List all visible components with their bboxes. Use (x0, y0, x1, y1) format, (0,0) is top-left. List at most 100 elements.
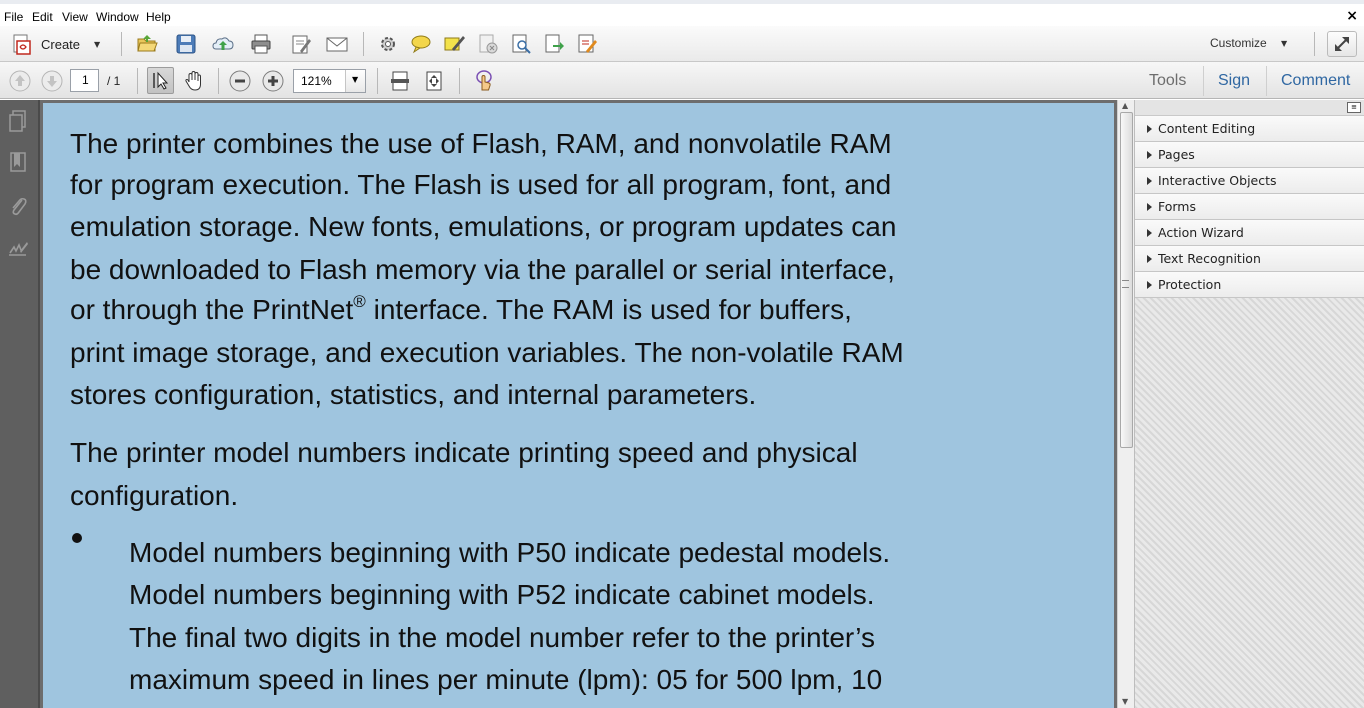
fill-sign-icon[interactable] (576, 33, 598, 55)
tab-divider (1203, 66, 1204, 96)
navigation-pane (0, 100, 40, 708)
menu-edit[interactable]: Edit (32, 10, 53, 24)
zoom-out-icon[interactable] (228, 69, 252, 93)
signatures-icon[interactable] (6, 237, 30, 263)
print-icon[interactable] (250, 33, 272, 55)
menu-window[interactable]: Window (96, 10, 139, 24)
expand-triangle-icon (1147, 281, 1152, 289)
save-icon[interactable] (175, 33, 197, 55)
toolbar-divider (218, 68, 219, 94)
panel-text-recognition[interactable]: Text Recognition (1135, 246, 1364, 272)
panel-options-icon[interactable]: ≡ (1347, 102, 1361, 113)
paragraph-text: or through the PrintNet (70, 294, 354, 325)
toolbar-divider (363, 32, 364, 56)
settings-gear-icon[interactable] (377, 33, 399, 55)
edit-document-icon[interactable] (290, 33, 312, 55)
cursor-select-icon (153, 71, 169, 90)
registered-mark: ® (353, 292, 366, 311)
paragraph-line: emulation storage. New fonts, emulations… (70, 211, 897, 242)
read-mode-button[interactable] (1327, 31, 1357, 57)
menu-file[interactable]: File (4, 10, 23, 24)
page-thumbnails-icon[interactable] (6, 108, 30, 134)
paragraph-line: The printer model numbers indicate print… (70, 437, 858, 468)
expand-arrows-icon (1335, 37, 1349, 51)
next-page-icon[interactable] (40, 69, 64, 93)
panel-interactive-objects[interactable]: Interactive Objects (1135, 168, 1364, 194)
panel-label: Interactive Objects (1158, 173, 1277, 188)
touch-mode-icon[interactable] (472, 69, 496, 93)
close-document-icon[interactable]: × (1346, 8, 1358, 24)
quick-tools-toolbar: Create ▼ Customize ▼ (0, 26, 1364, 62)
fit-width-icon[interactable] (422, 69, 446, 93)
panel-protection[interactable]: Protection (1135, 272, 1364, 298)
bullet-line: The final two digits in the model number… (129, 622, 876, 653)
panel-forms[interactable]: Forms (1135, 194, 1364, 220)
acrobat-window: File Edit View Window Help × Create ▼ Cu… (0, 0, 1364, 708)
email-icon[interactable] (326, 33, 348, 55)
expand-triangle-icon (1147, 125, 1152, 133)
panel-label: Content Editing (1158, 121, 1256, 136)
menu-view[interactable]: View (62, 10, 88, 24)
panel-label: Action Wizard (1158, 225, 1244, 240)
select-tool-button[interactable] (147, 67, 174, 94)
scroll-down-icon[interactable]: ▼ (1122, 697, 1128, 706)
scrollbar-grip-icon (1122, 280, 1129, 288)
tab-divider (1266, 66, 1267, 96)
panel-action-wizard[interactable]: Action Wizard (1135, 220, 1364, 246)
create-label: Create (41, 37, 81, 52)
expand-triangle-icon (1147, 203, 1152, 211)
paragraph-line: print image storage, and execution varia… (70, 337, 904, 368)
tab-comment[interactable]: Comment (1281, 72, 1350, 90)
paragraph-line: The printer combines the use of Flash, R… (70, 128, 892, 159)
comment-bubble-icon[interactable] (410, 33, 432, 55)
bullet-line: Model numbers beginning with P50 indicat… (129, 537, 891, 568)
vertical-scrollbar[interactable]: ▲ ▼ (1117, 100, 1134, 708)
chevron-down-icon: ▼ (352, 75, 359, 84)
bookmarks-icon[interactable] (6, 150, 30, 176)
export-page-icon[interactable] (543, 33, 565, 55)
panel-content-editing[interactable]: Content Editing (1135, 116, 1364, 142)
previous-page-icon[interactable] (8, 69, 32, 93)
zoom-level-select[interactable]: 121% ▼ (293, 69, 366, 93)
panel-label: Protection (1158, 277, 1222, 292)
zoom-dropdown-button[interactable]: ▼ (345, 70, 365, 92)
paragraph-line-with-trademark: or through the PrintNet® interface. The … (70, 289, 852, 331)
panel-label: Text Recognition (1158, 251, 1261, 266)
zoom-value: 121% (301, 74, 332, 88)
scroll-up-icon[interactable]: ▲ (1122, 101, 1128, 110)
panel-label: Forms (1158, 199, 1197, 214)
paragraph-line: for program execution. The Flash is used… (70, 169, 892, 200)
create-dropdown-icon: ▼ (94, 40, 101, 49)
fit-page-icon[interactable] (388, 69, 412, 93)
pane-options-bar: ≡ (1135, 100, 1364, 116)
redact-page-icon[interactable] (477, 33, 499, 55)
hand-tool-icon[interactable] (182, 69, 206, 93)
pdf-page: The printer combines the use of Flash, R… (43, 103, 1114, 708)
toolbar-divider (137, 68, 138, 94)
toolbar-divider (121, 32, 122, 56)
page-count: / 1 (107, 74, 121, 88)
highlight-pen-icon[interactable] (443, 33, 465, 55)
expand-triangle-icon (1147, 151, 1152, 159)
panel-label: Pages (1158, 147, 1195, 162)
create-button[interactable]: Create ▼ (8, 32, 106, 56)
panel-pages[interactable]: Pages (1135, 142, 1364, 168)
attachments-icon[interactable] (6, 193, 30, 219)
tab-sign[interactable]: Sign (1218, 72, 1250, 90)
tab-tools[interactable]: Tools (1149, 72, 1186, 90)
customize-button[interactable]: Customize ▼ (1203, 34, 1293, 54)
create-pdf-icon (13, 34, 31, 55)
toolbar-divider (377, 68, 378, 94)
tools-pane: ≡ Content Editing Pages Interactive Obje… (1134, 100, 1364, 708)
customize-label: Customize (1210, 36, 1267, 50)
find-document-icon[interactable] (510, 33, 532, 55)
page-navigation-toolbar: 1 / 1 121% ▼ Tools Sign Comment (0, 62, 1364, 99)
open-folder-icon[interactable] (136, 33, 158, 55)
menu-help[interactable]: Help (146, 10, 171, 24)
bullet-icon (72, 533, 82, 543)
upload-cloud-icon[interactable] (212, 33, 234, 55)
paragraph-line: be downloaded to Flash memory via the pa… (70, 254, 895, 285)
page-number-input[interactable]: 1 (70, 69, 99, 92)
zoom-in-icon[interactable] (261, 69, 285, 93)
document-viewport[interactable]: The printer combines the use of Flash, R… (40, 100, 1117, 708)
